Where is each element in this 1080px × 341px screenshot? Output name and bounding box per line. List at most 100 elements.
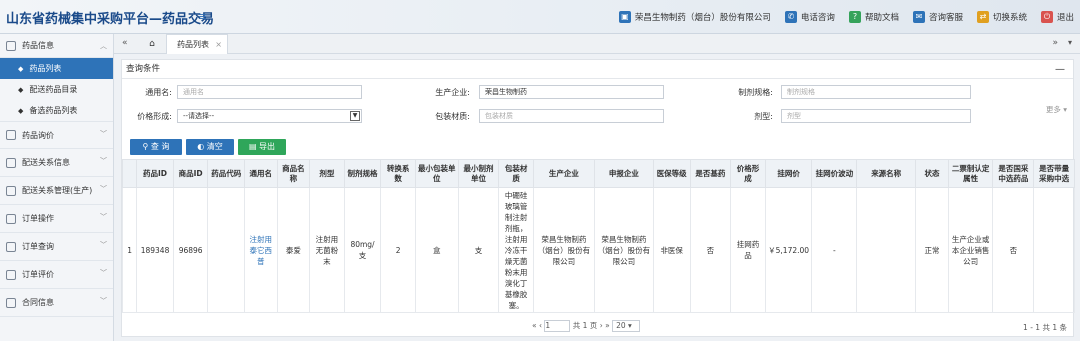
column-header[interactable]: 是否基药 (689, 159, 732, 188)
prev-page-button[interactable]: ‹ (539, 321, 542, 330)
scroll-left-icon[interactable]: « (122, 38, 128, 48)
column-header[interactable]: 挂网价 (764, 159, 813, 188)
column-header[interactable]: 医保等级 (652, 159, 691, 188)
sidebar-group-distribution-info[interactable]: 配送关系信息 ﹀ (0, 149, 113, 177)
table-row[interactable]: 1 189348 96896 注射用泰它西普 泰爱 注射用无菌粉末 80mg/支… (121, 187, 1075, 313)
dosage-form-label: 剂型: (754, 112, 773, 121)
help-doc-link[interactable]: ? 帮助文档 (848, 11, 899, 23)
manufacturer-label: 生产企业: (435, 88, 470, 97)
total-pages-label: 共 1 页 (572, 321, 598, 330)
chat-icon: ✉ (912, 11, 925, 23)
column-header[interactable]: 二票制认定属性 (947, 159, 994, 188)
price-form-select[interactable]: --请选择-- ▼ (177, 109, 362, 123)
spec-input[interactable]: 制剂规格 (781, 85, 971, 99)
chevron-down-icon: ﹀ (100, 297, 107, 305)
phone-consult-link[interactable]: ✆ 电话咨询 (784, 11, 835, 23)
column-header[interactable]: 通用名 (244, 159, 278, 188)
chevron-down-icon: ▼ (350, 111, 360, 121)
spec-label: 制剂规格: (738, 88, 773, 97)
menu-toggle-icon[interactable]: ≡ (198, 10, 207, 23)
sidebar-group-order-ops[interactable]: 订单操作 ﹀ (0, 205, 113, 233)
column-header[interactable]: 包装材质 (498, 159, 534, 188)
sidebar-group-distribution-manage[interactable]: 配送关系管理(生产) ﹀ (0, 177, 113, 205)
table-cell: 荣昌生物制药（烟台）股份有限公司 (593, 187, 654, 313)
generic-name-link[interactable]: 注射用泰它西普 (244, 187, 278, 313)
chevron-up-icon: ︿ (100, 42, 107, 50)
switch-icon: ⇄ (976, 11, 989, 23)
scroll-right-icon[interactable]: » (1052, 38, 1058, 48)
top-bar: 山东省药械集中采购平台—药品交易 ≡ ▣ 荣昌生物制药（烟台）股份有限公司 ✆ 电话… (0, 0, 1080, 34)
tab-menu-chevron-icon[interactable]: ▾ (1068, 38, 1072, 47)
column-header[interactable]: 来源名称 (856, 159, 917, 188)
page-number-input[interactable]: 1 (544, 320, 571, 332)
clear-button[interactable]: ◐ 清空 (186, 139, 234, 155)
column-header[interactable]: 状态 (915, 159, 949, 188)
column-header[interactable]: 生产企业 (532, 159, 595, 188)
generic-name-label: 通用名: (145, 88, 172, 97)
column-header[interactable]: 药品代码 (207, 159, 246, 188)
phone-icon: ✆ (784, 11, 797, 23)
sidebar-item-drug-list[interactable]: ◆ 药品列表 (0, 58, 113, 79)
switch-system-link[interactable]: ⇄ 切换系统 (976, 11, 1027, 23)
table-cell: ￥5,172.00 (764, 187, 813, 313)
chevron-down-icon: ﹀ (100, 185, 107, 193)
pager-controls: « ‹ 1 共 1 页 › » 20 ▾ (532, 320, 641, 332)
tab-drug-list[interactable]: 药品列表 × (166, 34, 228, 54)
bullet-icon: ◆ (18, 64, 24, 73)
page-size-select[interactable]: 20 ▾ (612, 320, 641, 332)
column-header[interactable]: 转换系数 (380, 159, 416, 188)
column-header[interactable]: 价格形成 (730, 159, 766, 188)
help-icon: ? (848, 11, 861, 23)
column-header[interactable]: 制剂规格 (343, 159, 382, 188)
manufacturer-input[interactable]: 荣昌生物制药 (479, 85, 664, 99)
sidebar-group-order-query[interactable]: 订单查询 ﹀ (0, 233, 113, 261)
column-header[interactable]: 商品名称 (276, 159, 311, 188)
order-icon (6, 213, 16, 224)
next-page-button[interactable]: › (600, 321, 603, 330)
first-page-button[interactable]: « (532, 321, 537, 330)
table-cell: - (811, 187, 858, 313)
query-title: 查询条件 (126, 64, 161, 74)
column-header[interactable]: 剂型 (309, 159, 345, 188)
home-tab-icon[interactable]: ⌂ (140, 34, 164, 54)
table-cell: 中硼硅玻璃管制注射剂瓶，注射用冷冻干燥无菌粉末用溴化丁基橡胶塞。 (498, 187, 534, 313)
column-header[interactable]: 药品ID (136, 159, 174, 188)
column-header[interactable]: 是否带量采购中选 (1033, 159, 1075, 188)
sidebar-group-order-review[interactable]: 订单评价 ﹀ (0, 261, 113, 289)
company-link[interactable]: ▣ 荣昌生物制药（烟台）股份有限公司 (618, 11, 771, 23)
column-header[interactable]: 最小制剂单位 (457, 159, 500, 188)
query-panel-header: 查询条件 — (122, 60, 1073, 79)
dosage-form-input[interactable]: 剂型 (781, 109, 971, 123)
app-title: 山东省药械集中采购平台—药品交易 (6, 12, 215, 27)
table-cell: 80mg/支 (343, 187, 382, 313)
generic-name-input[interactable]: 通用名 (177, 85, 362, 99)
sidebar: 药品信息 ︿ ◆ 药品列表 ◆ 配送药品目录 ◆ 备选药品列表 药品询价 ﹀ 配送关系信息… (0, 34, 114, 341)
table-header: 药品ID 商品ID 药品代码 通用名 商品名称 剂型 制剂规格 转换系数 最小包… (121, 159, 1075, 188)
more-filters-link[interactable]: 更多 ▾ (1046, 104, 1067, 115)
column-header (121, 159, 138, 188)
search-button[interactable]: ⚲ 查 询 (130, 139, 182, 155)
close-icon[interactable]: × (215, 35, 222, 54)
chevron-down-icon: ﹀ (100, 213, 107, 221)
column-header[interactable]: 是否国采中选药品 (992, 159, 1035, 188)
package-material-input[interactable]: 包装材质 (479, 109, 664, 123)
search-list-icon (6, 241, 16, 252)
export-button[interactable]: ▤ 导出 (238, 139, 286, 155)
bullet-icon: ◆ (18, 85, 24, 94)
bullet-icon: ◆ (18, 106, 24, 115)
logout-link[interactable]: ⏻ 退出 (1040, 11, 1074, 23)
table-cell: 否 (992, 187, 1035, 313)
table-cell: 189348 (136, 187, 174, 313)
column-header[interactable]: 最小包装单位 (414, 159, 459, 188)
sidebar-group-inquiry[interactable]: 药品询价 ﹀ (0, 121, 113, 149)
exit-icon: ⏻ (1040, 11, 1053, 23)
sidebar-group-drug-info[interactable]: 药品信息 ︿ (0, 34, 113, 58)
customer-service-link[interactable]: ✉ 咨询客服 (912, 11, 963, 23)
column-header[interactable]: 挂网价波动 (811, 159, 858, 188)
last-page-button[interactable]: » (605, 321, 610, 330)
column-header[interactable]: 申报企业 (593, 159, 654, 188)
sidebar-group-contract[interactable]: 合同信息 ﹀ (0, 289, 113, 317)
collapse-icon[interactable]: — (1055, 60, 1065, 79)
table-cell: 96896 (172, 187, 209, 313)
column-header[interactable]: 商品ID (172, 159, 209, 188)
